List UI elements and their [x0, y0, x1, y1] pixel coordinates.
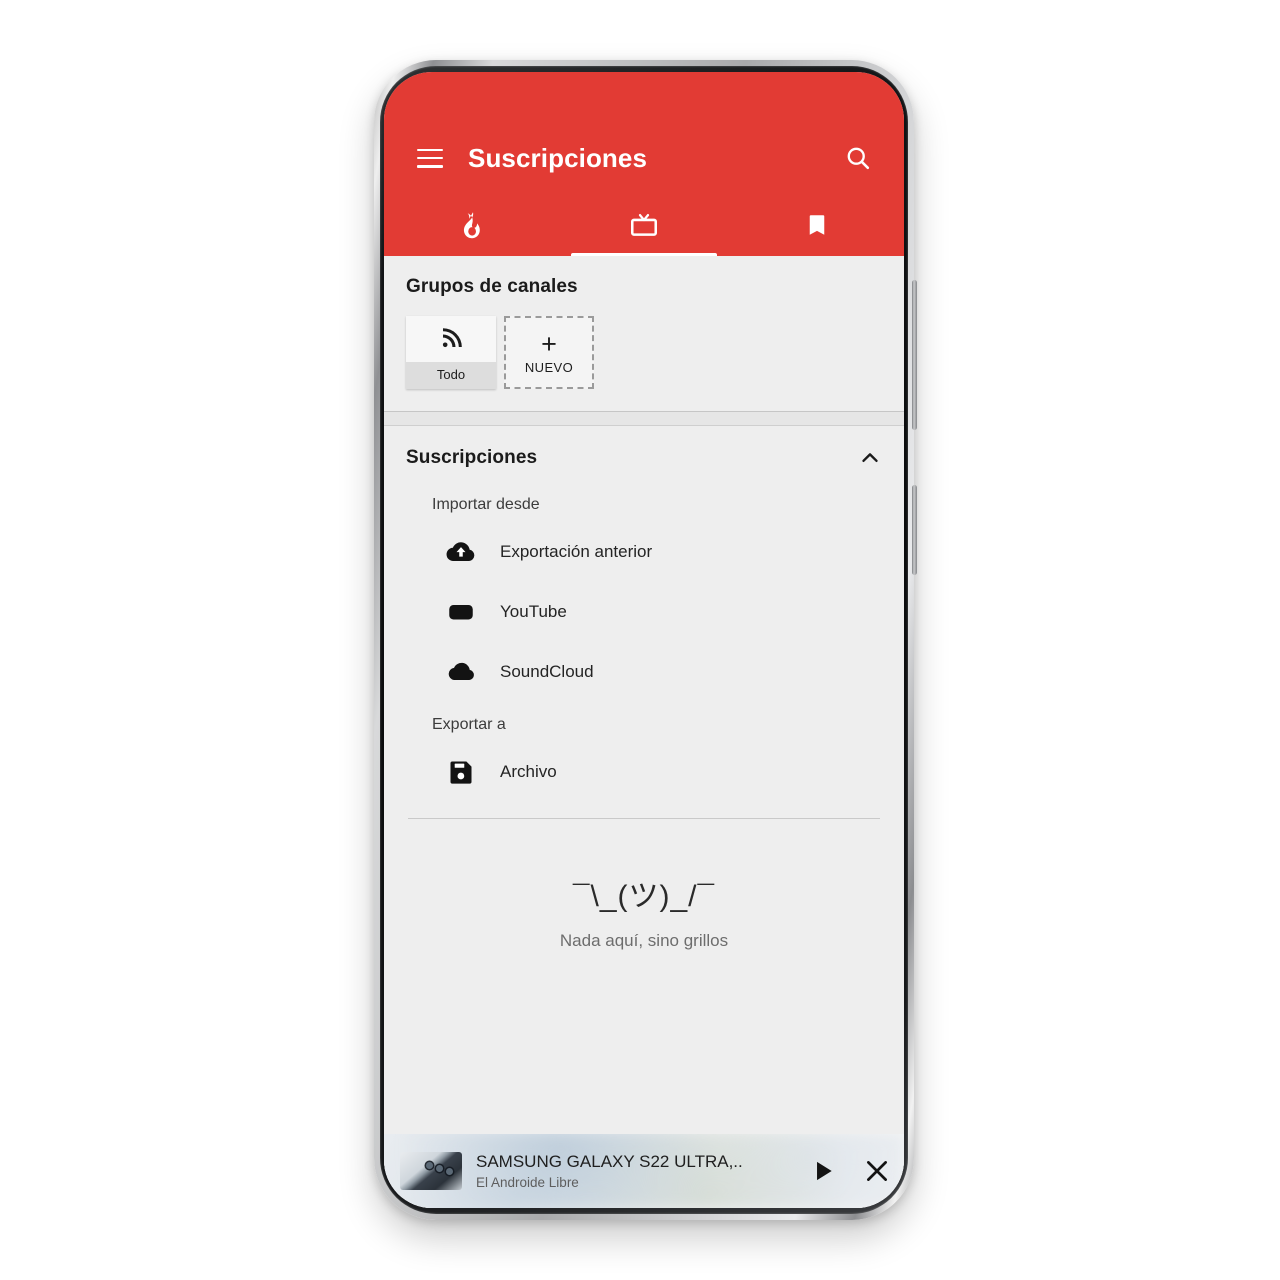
soundcloud-cloud-icon [448, 662, 474, 680]
floppy-save-icon [450, 761, 472, 784]
mini-player-title: SAMSUNG GALAXY S22 ULTRA,.. [476, 1152, 743, 1171]
tab-subscriptions[interactable] [557, 194, 730, 256]
import-subheader: Importar desde [432, 496, 540, 513]
trending-flame-icon [463, 212, 480, 239]
subscriptions-title: Suscripciones [406, 447, 538, 468]
shrug-kaomoji: ¯\_(ツ)_/¯ [572, 880, 716, 913]
row-icon-wrap [444, 535, 478, 569]
mini-player-uploader: El Androide Libre [476, 1175, 579, 1190]
power-button[interactable] [912, 485, 917, 575]
mini-player-text: SAMSUNG GALAXY S22 ULTRA,.. El Androide … [462, 1152, 796, 1190]
row-icon-wrap [444, 655, 478, 689]
search-icon [847, 147, 870, 170]
thumbnail-detail [446, 1168, 453, 1175]
channel-group-icon-wrap [439, 316, 463, 362]
channel-group-new[interactable]: + NUEVO [504, 316, 594, 389]
section-separator [384, 412, 904, 426]
main-content: Grupos de canales Todo + NUEVO Suscripci… [384, 256, 904, 1208]
import-item-label: Exportación anterior [500, 542, 653, 561]
play-button[interactable] [796, 1144, 850, 1198]
tv-subscriptions-icon [630, 213, 657, 236]
import-item-label: YouTube [500, 602, 567, 621]
row-icon-wrap [444, 755, 478, 789]
channel-groups-row: Todo + NUEVO [406, 316, 882, 389]
subscriptions-section: Suscripciones Importar desde Exportación… [384, 426, 904, 819]
rss-feed-icon [442, 328, 462, 348]
import-item-youtube[interactable]: YouTube [384, 582, 904, 642]
page-title: Suscripciones [468, 142, 648, 173]
hamburger-menu-icon [417, 148, 443, 168]
subscriptions-header[interactable]: Suscripciones [384, 426, 904, 482]
device-stage: Suscripciones Grupos de canales Todo + N… [0, 0, 1280, 1280]
video-thumbnail[interactable] [400, 1152, 462, 1190]
thumbnail-detail [436, 1165, 443, 1172]
youtube-icon [449, 605, 473, 620]
search-button[interactable] [834, 134, 882, 182]
app-bar: Suscripciones [384, 72, 904, 256]
app-bar-top-row: Suscripciones [384, 122, 904, 194]
channel-group-new-label: NUEVO [524, 359, 574, 375]
tab-bar [384, 194, 904, 256]
cloud-upload-icon [446, 542, 475, 562]
channel-groups-card: Grupos de canales Todo + NUEVO [384, 256, 904, 412]
channel-groups-title: Grupos de canales [406, 276, 578, 297]
import-item-label: SoundCloud [500, 662, 594, 681]
mini-player[interactable]: SAMSUNG GALAXY S22 ULTRA,.. El Androide … [384, 1134, 904, 1208]
tab-bookmarks[interactable] [731, 194, 904, 256]
export-item-label: Archivo [500, 762, 557, 781]
chevron-up-icon[interactable] [858, 446, 882, 470]
close-icon [867, 1161, 887, 1181]
plus-icon: + [541, 328, 557, 359]
thumbnail-detail [426, 1162, 433, 1169]
row-icon-wrap [444, 595, 478, 629]
channel-group-label: Todo [406, 362, 496, 389]
import-item-soundcloud[interactable]: SoundCloud [384, 642, 904, 702]
export-item-file[interactable]: Archivo [384, 742, 904, 802]
empty-state-message: Nada aquí, sino grillos [559, 931, 729, 950]
channel-group-todo[interactable]: Todo [406, 316, 496, 389]
close-button[interactable] [850, 1144, 904, 1198]
menu-button[interactable] [406, 134, 454, 182]
export-subheader: Exportar a [432, 716, 506, 733]
bookmark-icon [810, 215, 825, 235]
import-item-previous-export[interactable]: Exportación anterior [384, 522, 904, 582]
play-icon [817, 1161, 832, 1181]
tab-trending[interactable] [384, 194, 557, 256]
phone-screen: Suscripciones Grupos de canales Todo + N… [384, 72, 904, 1208]
volume-button[interactable] [912, 280, 917, 430]
